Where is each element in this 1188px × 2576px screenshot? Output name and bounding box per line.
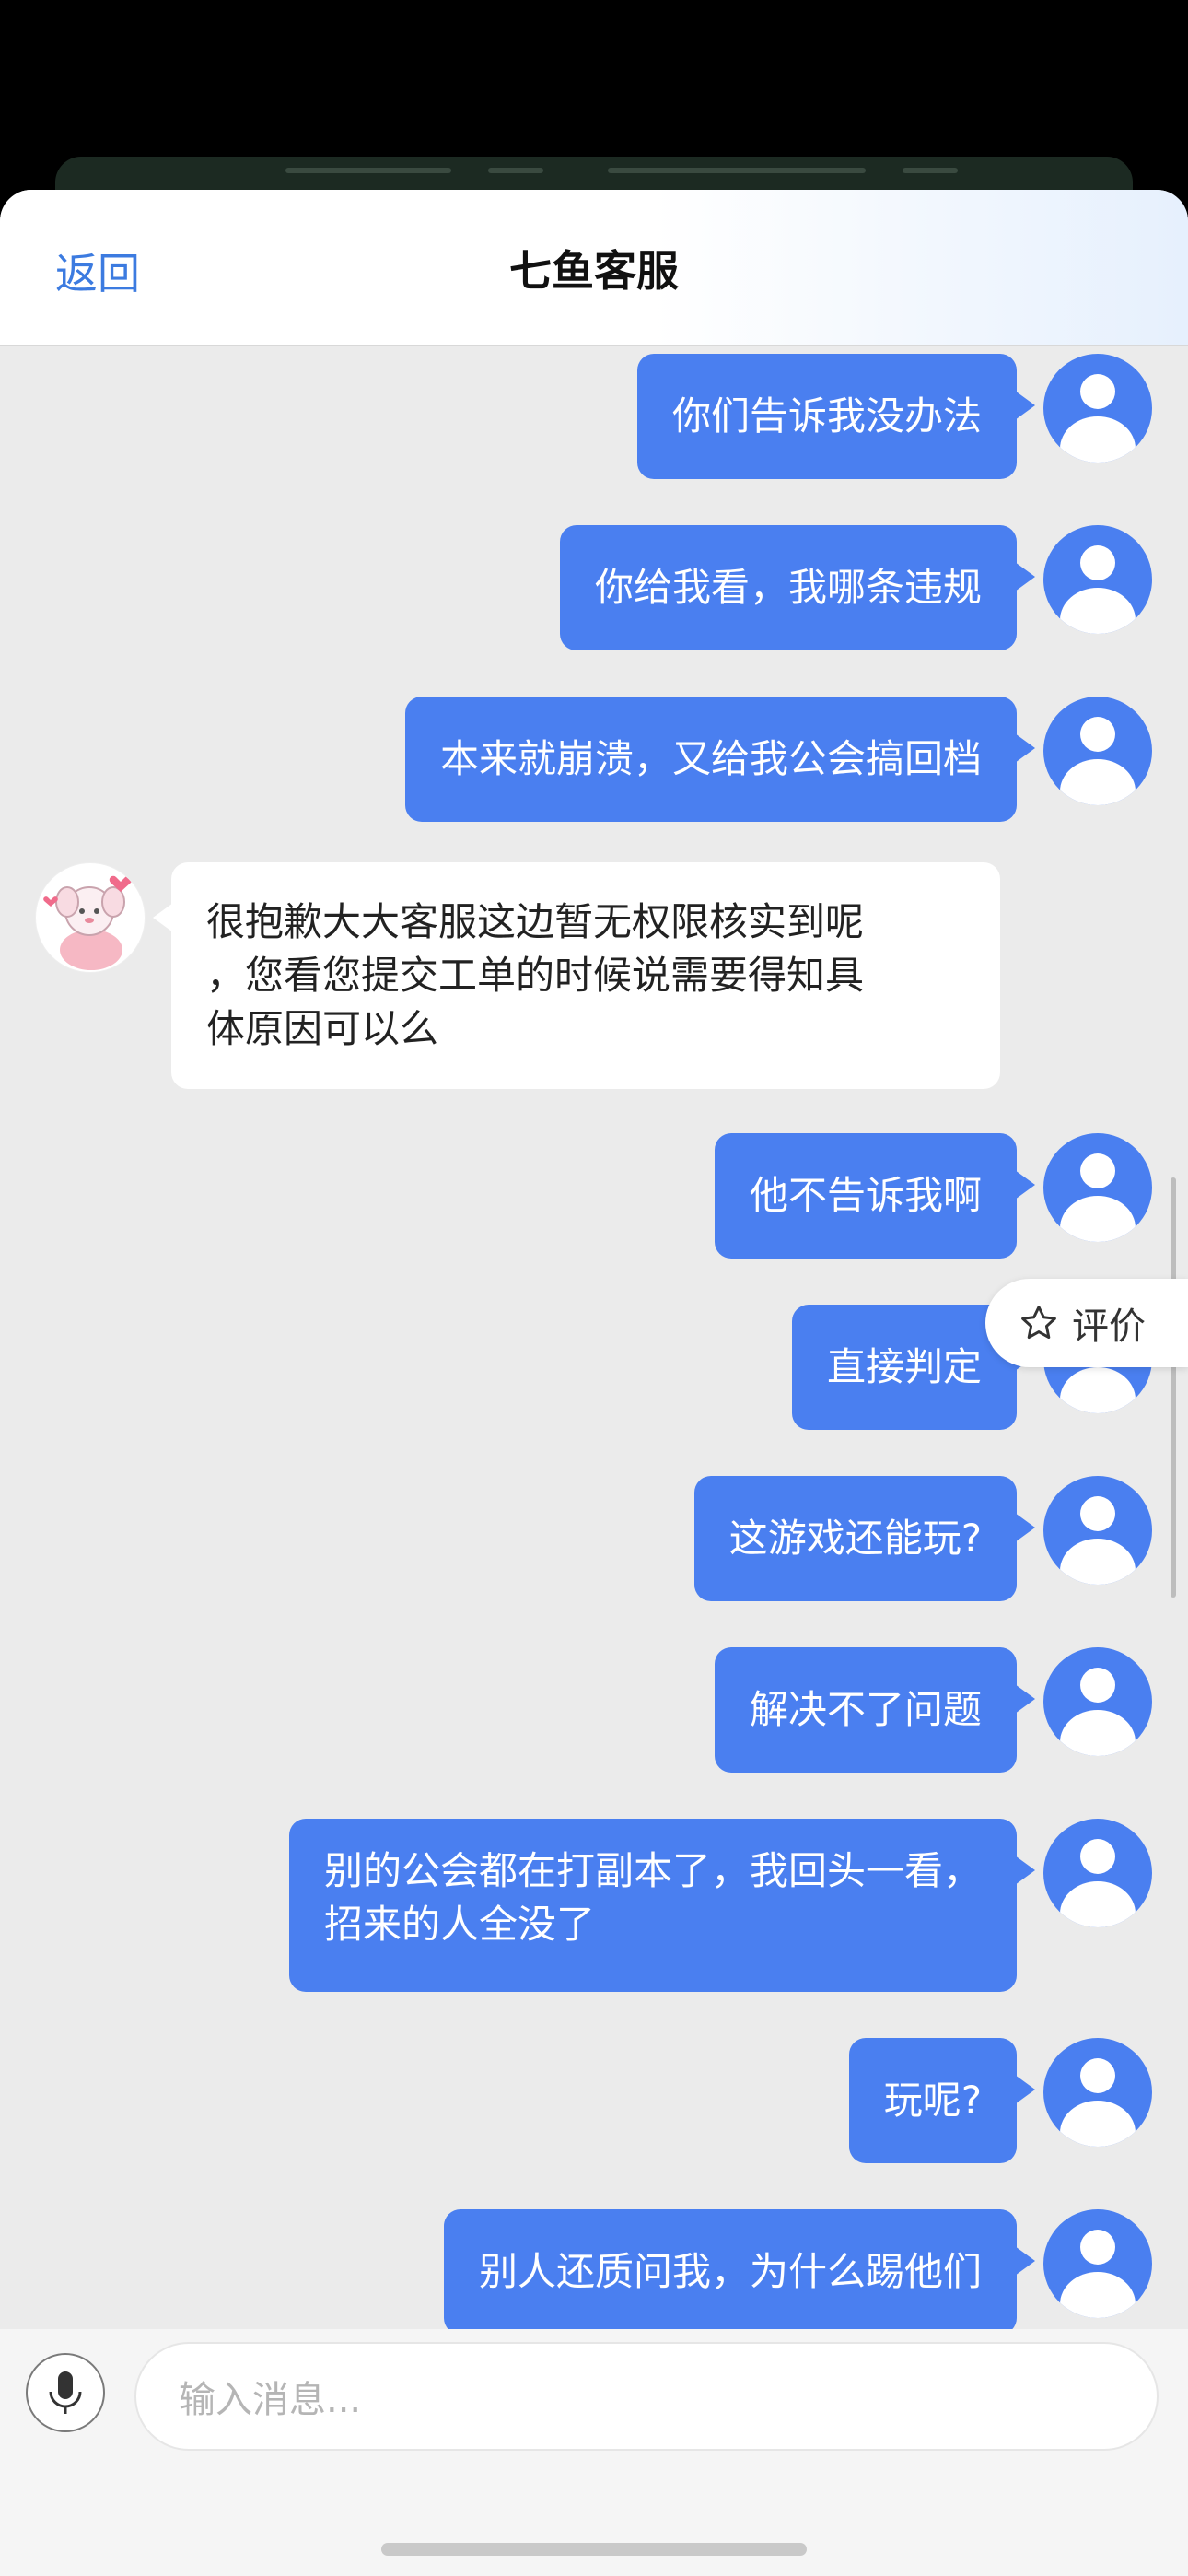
cartoon-avatar-icon (37, 864, 144, 971)
input-placeholder: 输入消息... (179, 2379, 362, 2421)
user-avatar (1043, 354, 1152, 463)
message-text: 解决不了问题 (749, 1687, 982, 1732)
user-message-bubble[interactable]: 直接判定 (791, 1305, 1036, 1430)
message-text: 他不告诉我啊 (749, 1173, 982, 1218)
microphone-icon (49, 2371, 82, 2414)
message-list[interactable]: 你们告诉我没办法 你给我看，我哪条违规 本来就崩溃，又给我公会搞回档 很抱歉大大… (0, 345, 1188, 2519)
message-text: 直接判定 (826, 1344, 982, 1389)
user-avatar (1043, 2209, 1152, 2318)
user-message-bubble[interactable]: 解决不了问题 (714, 1647, 1036, 1773)
message-text: 这游戏还能玩? (728, 1516, 982, 1561)
user-message-bubble[interactable]: 你给我看，我哪条违规 (559, 525, 1036, 650)
user-message-bubble[interactable]: 别的公会都在打副本了，我回头一看， 招来的人全没了 (288, 1819, 1036, 1992)
user-message-bubble[interactable]: 玩呢? (848, 2038, 1036, 2163)
agent-message-bubble[interactable]: 很抱歉大大客服这边暂无权限核实到呢 ，您看您提交工单的时候说需要得知具 体原因可… (153, 862, 1000, 1089)
scrollbar[interactable] (1171, 1177, 1176, 1598)
user-message-bubble[interactable]: 别人还质问我，为什么踢他们 (443, 2209, 1036, 2335)
home-indicator[interactable] (381, 2543, 807, 2556)
message-text: 本来就崩溃，又给我公会搞回档 (439, 736, 982, 781)
message-input[interactable]: 输入消息... (134, 2342, 1159, 2451)
microphone-button[interactable] (26, 2353, 105, 2432)
user-avatar (1043, 2038, 1152, 2147)
message-line: 体原因可以么 (206, 1006, 439, 1051)
user-avatar (1043, 697, 1152, 805)
message-text: 你们告诉我没办法 (671, 393, 982, 439)
page-title: 七鱼客服 (509, 246, 679, 296)
user-avatar (1043, 525, 1152, 634)
message-line: 别的公会都在打副本了，我回头一看， (323, 1848, 982, 1893)
rate-label: 评价 (1072, 1306, 1146, 1348)
agent-avatar (35, 862, 146, 973)
message-line: 很抱歉大大客服这边暂无权限核实到呢 (206, 899, 865, 944)
user-avatar (1043, 1476, 1152, 1585)
rate-button[interactable]: 评价 (985, 1279, 1188, 1367)
user-avatar (1043, 1133, 1152, 1242)
user-message-bubble[interactable]: 你们告诉我没办法 (636, 354, 1036, 479)
message-text: 你给我看，我哪条违规 (594, 565, 982, 610)
star-outline-icon (1021, 1306, 1056, 1340)
user-message-bubble[interactable]: 这游戏还能玩? (693, 1476, 1036, 1601)
user-message-bubble[interactable]: 本来就崩溃，又给我公会搞回档 (404, 697, 1036, 822)
message-line: 招来的人全没了 (323, 1902, 595, 1947)
user-avatar (1043, 1819, 1152, 1927)
chat-sheet: 返回 七鱼客服 你们告诉我没办法 你给我看，我哪条违规 本来就崩溃，又给我公会搞… (0, 190, 1188, 2576)
user-avatar (1043, 1647, 1152, 1756)
user-message-bubble[interactable]: 他不告诉我啊 (714, 1133, 1036, 1259)
message-text: 玩呢? (883, 2078, 982, 2123)
chat-header: 返回 七鱼客服 (0, 190, 1188, 346)
message-text: 别人还质问我，为什么踢他们 (478, 2249, 982, 2294)
composer-bar: 输入消息... (0, 2329, 1188, 2576)
message-line: ，您看您提交工单的时候说需要得知具 (206, 953, 865, 998)
